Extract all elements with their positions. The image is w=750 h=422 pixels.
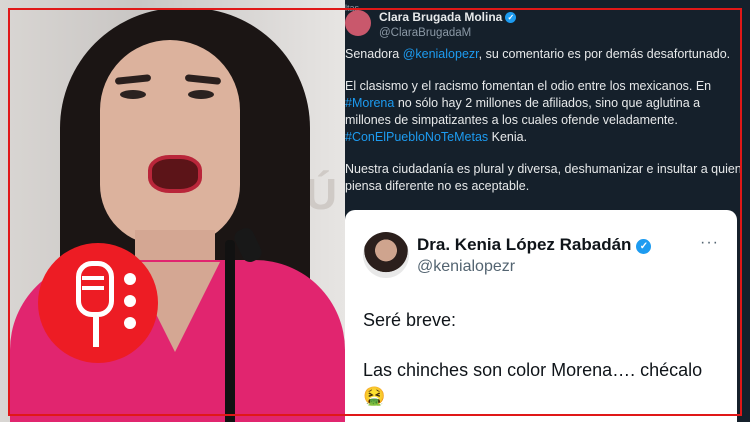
logo-dot-1 bbox=[124, 273, 136, 285]
verified-badge-icon: ✓ bbox=[505, 12, 517, 24]
author-name[interactable]: Clara Brugada Molina ✓ bbox=[379, 9, 517, 26]
speaker-photo: PÚ bbox=[0, 0, 345, 422]
logo-mic-stand bbox=[93, 317, 99, 347]
podium-microphone-stand bbox=[225, 240, 235, 422]
photo-eye-left bbox=[120, 90, 146, 99]
logo-dot-3 bbox=[124, 317, 136, 329]
image-stage: PÚ ltas Clara Brugada Molina✓ @ClaraBrug… bbox=[0, 0, 750, 422]
vomit-emoji-icon: 🤮 bbox=[363, 386, 386, 406]
photo-eye-right bbox=[188, 90, 214, 99]
microphone-logo-icon bbox=[38, 243, 158, 363]
tweet-paragraph-3: Nuestra ciudadanía es plural y diversa, … bbox=[345, 162, 742, 193]
quoted-tweet-card[interactable]: Dra. Kenia López Rabadán ✓ @kenialopezr ·… bbox=[345, 210, 737, 422]
more-options-icon[interactable]: ··· bbox=[700, 234, 719, 252]
quoted-author-handle[interactable]: @kenialopezr bbox=[417, 258, 515, 276]
logo-mic-grille-2 bbox=[82, 286, 104, 290]
verified-badge-icon: ✓ bbox=[636, 239, 652, 254]
photo-face bbox=[100, 40, 240, 245]
author-avatar[interactable] bbox=[345, 10, 371, 36]
tweet-header: ltas Clara Brugada Molina ✓ @ClaraBrugada… bbox=[345, 3, 750, 42]
quoted-text-line-1: Seré breve: bbox=[363, 310, 457, 330]
tweet-paragraph-1: Senadora @kenialopezr, su comentario es … bbox=[345, 47, 731, 61]
quoted-author-avatar[interactable] bbox=[363, 232, 409, 278]
quoted-author-name[interactable]: Dra. Kenia López Rabadán ✓ bbox=[417, 235, 652, 255]
photo-mouth bbox=[148, 155, 202, 193]
tweet-paragraph-2: El clasismo y el racismo fomentan el odi… bbox=[345, 79, 712, 144]
quoted-text-line-2: Las chinches son color Morena…. chécalo bbox=[363, 360, 703, 380]
hashtag-morena-link[interactable]: #Morena bbox=[345, 96, 394, 110]
mention-link[interactable]: @kenialopezr bbox=[403, 47, 479, 61]
logo-mic-grille-1 bbox=[82, 276, 104, 280]
tweet-body: Senadora @kenialopezr, su comentario es … bbox=[345, 46, 743, 210]
logo-dot-2 bbox=[124, 295, 136, 307]
hashtag-conelpueblo-link[interactable]: #ConElPuebloNoTeMetas bbox=[345, 130, 488, 144]
author-handle[interactable]: @ClaraBrugadaM bbox=[379, 25, 471, 42]
